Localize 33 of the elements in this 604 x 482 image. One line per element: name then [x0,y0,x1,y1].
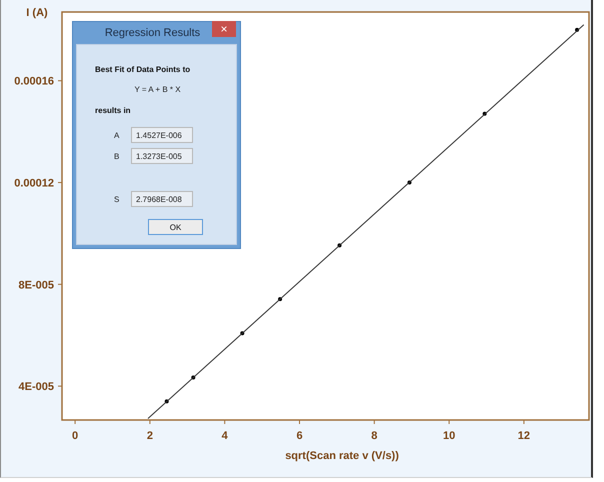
ok-button[interactable]: OK [148,219,203,235]
data-point [482,112,487,116]
heading-text: Best Fit of Data Points to [95,65,192,74]
y-tick-label: 8E-005 [18,279,54,292]
data-point [407,180,412,185]
y-tick-label: 4E-005 [18,381,54,394]
result-label: A [113,130,120,140]
result-label: S [113,194,120,204]
x-tick-label: 10 [443,430,456,442]
y-axis-title: I (A) [26,7,48,19]
data-point [240,331,244,336]
data-point [164,399,169,404]
y-tick-label: 0.00012 [14,178,54,190]
data-point [191,376,196,380]
close-button[interactable]: × [212,21,236,37]
equation-text: Y = A + B * X [133,85,182,94]
result-field: 1.3273E-005 [131,148,193,164]
dialog-title: Regression Results [104,26,202,39]
x-axis-title: sqrt(Scan rate v (V/s)) [285,450,399,462]
heading-text: results in [95,106,132,115]
result-field: 1.4527E-006 [131,127,193,143]
data-point [278,297,282,302]
x-tick-label: 12 [518,430,530,442]
x-tick-label: 2 [146,430,153,442]
y-tick-label: 0.00016 [14,76,54,88]
result-label: B [113,152,120,160]
result-field: 2.7968E-008 [131,191,193,207]
x-tick-label: 4 [222,430,228,442]
data-point [338,243,342,248]
x-tick-label: 6 [296,430,303,442]
x-tick-label: 8 [371,430,378,442]
x-tick-label: 0 [72,430,78,442]
data-point [575,28,580,32]
